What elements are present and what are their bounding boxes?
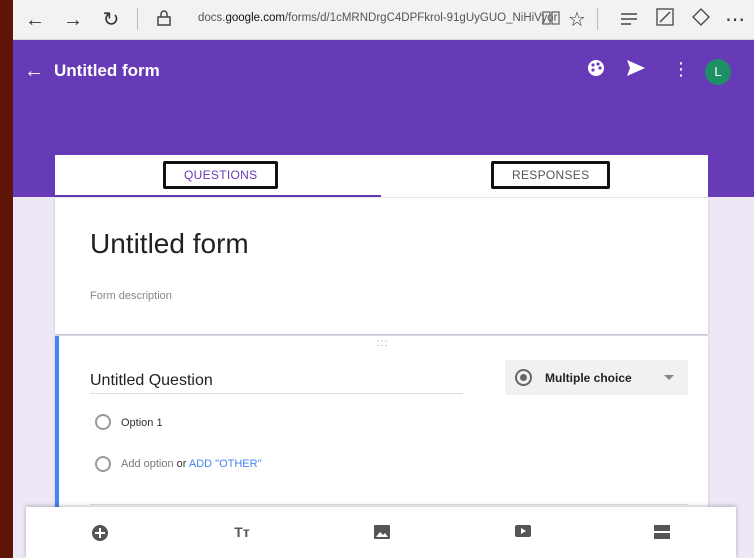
add-circle-icon[interactable] [90, 524, 110, 544]
tab-responses-label: RESPONSES [491, 161, 611, 189]
tab-bar: QUESTIONS RESPONSES [55, 155, 708, 197]
lock-icon [152, 8, 176, 32]
radio-button-icon [515, 369, 532, 386]
add-option-radio [95, 456, 111, 472]
tab-questions-label: QUESTIONS [163, 161, 279, 189]
divider [90, 504, 688, 505]
add-item-toolbar: Tт [26, 507, 736, 558]
option-1-field[interactable]: Option 1 [121, 417, 163, 429]
add-option-link[interactable]: Add option [121, 458, 174, 470]
web-note-icon[interactable] [653, 8, 677, 32]
option-radio [95, 414, 111, 430]
favorite-star-icon[interactable]: ☆ [565, 8, 589, 32]
divider [597, 8, 598, 30]
url-path: /forms/d/1cMRNDrgC4DPFkrol-91gUyGUO_NiHi… [284, 12, 558, 24]
video-icon[interactable] [513, 524, 533, 544]
avatar[interactable]: L [705, 59, 731, 85]
more-vert-icon[interactable]: ⋮ [672, 59, 690, 80]
send-icon[interactable] [626, 59, 646, 82]
add-other-link[interactable]: ADD "OTHER" [189, 458, 262, 470]
tab-responses[interactable]: RESPONSES [381, 155, 708, 197]
question-type-dropdown[interactable]: Multiple choice [505, 360, 688, 395]
section-icon[interactable] [652, 524, 672, 544]
or-text: or [176, 458, 187, 470]
share-icon[interactable] [689, 8, 713, 32]
refresh-icon[interactable]: ↻ [99, 8, 123, 32]
form-title-card: Untitled form Form description [55, 197, 708, 334]
question-title-field[interactable]: Untitled Question [90, 372, 463, 394]
text-title-icon[interactable]: Tт [231, 524, 253, 544]
back-arrow-icon[interactable]: ← [23, 8, 47, 32]
address-bar[interactable]: docs.google.com/forms/d/1cMRNDrgC4DPFkro… [198, 12, 557, 24]
divider [137, 8, 138, 30]
header-title: Untitled form [54, 61, 160, 80]
add-option-row: Add option or ADD "OTHER" [121, 458, 262, 470]
forward-arrow-icon[interactable]: → [61, 8, 85, 32]
reading-view-icon[interactable] [539, 8, 563, 32]
url-prefix: docs. [198, 12, 226, 24]
hub-icon[interactable] [617, 8, 641, 32]
form-description-field[interactable]: Form description [90, 290, 172, 302]
more-dots-icon[interactable]: ⋯ [723, 8, 747, 32]
question-type-label: Multiple choice [545, 371, 632, 385]
drag-handle-icon[interactable]: ::: [377, 338, 388, 349]
palette-icon[interactable] [587, 59, 605, 82]
tab-questions[interactable]: QUESTIONS [55, 155, 381, 197]
image-icon[interactable] [372, 524, 392, 544]
form-title[interactable]: Untitled form [90, 228, 249, 260]
url-domain: google.com [225, 12, 285, 24]
browser-toolbar: ← → ↻ docs.google.com/forms/d/1cMRNDrgC4… [13, 0, 754, 40]
chevron-down-icon [664, 375, 674, 380]
back-arrow-icon[interactable]: ← [24, 60, 44, 83]
